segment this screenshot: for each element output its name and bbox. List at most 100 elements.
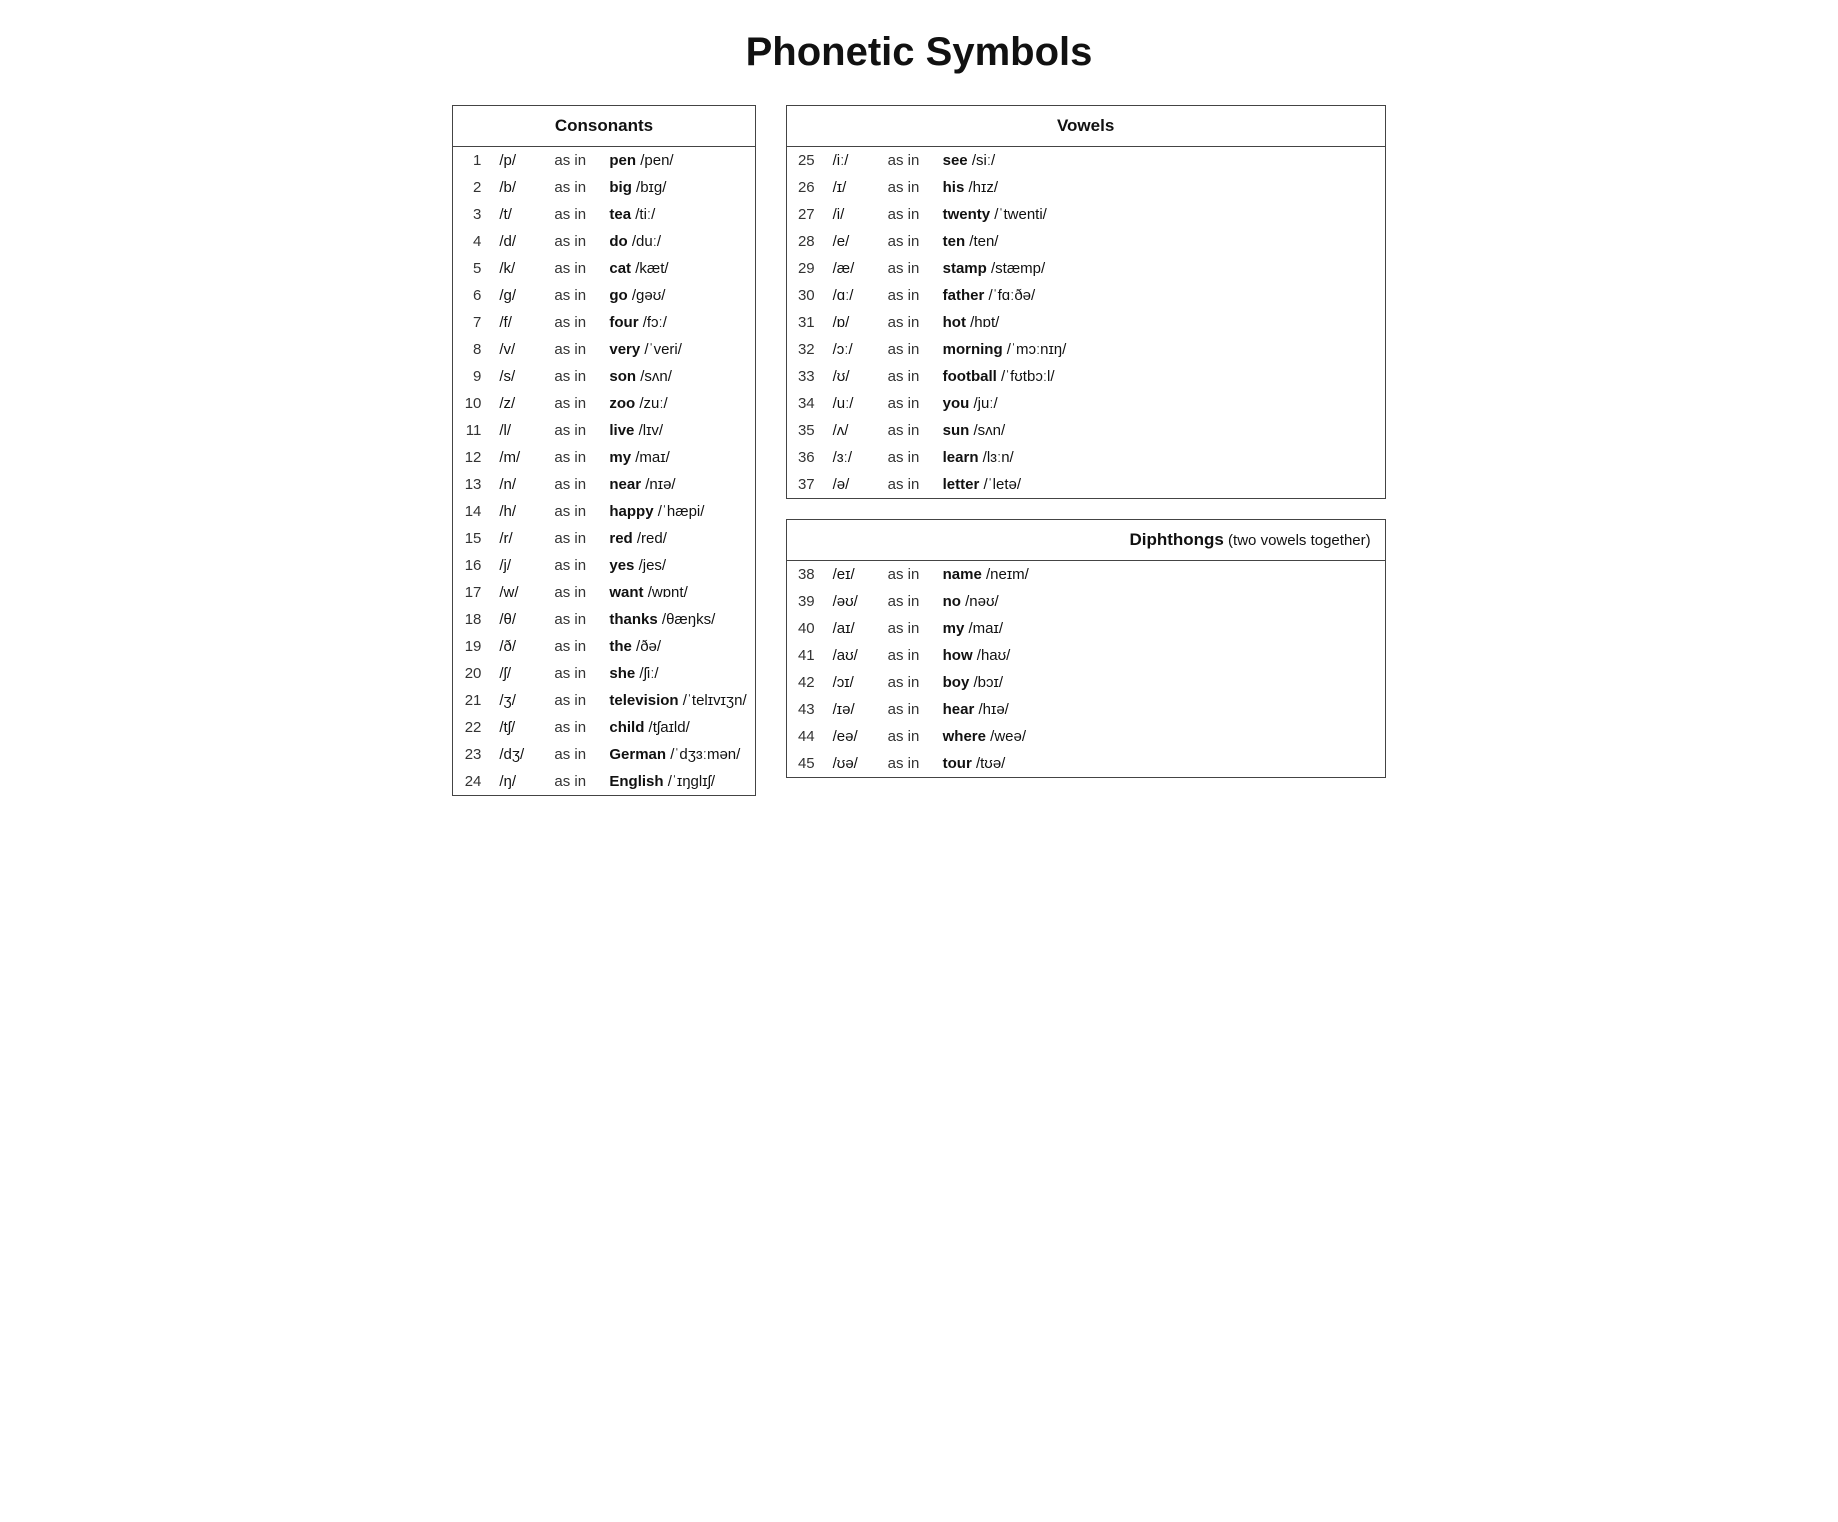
row-number: 2 xyxy=(453,174,491,201)
phonetic-symbol: /iː/ xyxy=(825,147,880,175)
row-number: 37 xyxy=(787,471,825,498)
phonetic-symbol: /b/ xyxy=(491,174,546,201)
phonetic-symbol: /f/ xyxy=(491,309,546,336)
row-number: 44 xyxy=(787,723,825,750)
as-in-label: as in xyxy=(880,363,935,390)
example-word: his /hɪz/ xyxy=(935,174,1385,201)
example-word: she /ʃiː/ xyxy=(601,660,754,687)
as-in-label: as in xyxy=(546,633,601,660)
as-in-label: as in xyxy=(546,768,601,795)
table-row: 41 /aʊ/ as in how /haʊ/ xyxy=(787,642,1385,669)
phonetic-symbol: /e/ xyxy=(825,228,880,255)
page-title: Phonetic Symbols xyxy=(40,30,1798,75)
consonants-table: Consonants 1 /p/ as in pen /pen/ 2 /b/ a… xyxy=(453,106,754,795)
as-in-label: as in xyxy=(546,336,601,363)
as-in-label: as in xyxy=(880,255,935,282)
phonetic-symbol: /æ/ xyxy=(825,255,880,282)
example-word: zoo /zuː/ xyxy=(601,390,754,417)
row-number: 22 xyxy=(453,714,491,741)
as-in-label: as in xyxy=(546,390,601,417)
as-in-label: as in xyxy=(880,471,935,498)
phonetic-symbol: /əʊ/ xyxy=(825,588,880,615)
phonetic-symbol: /j/ xyxy=(491,552,546,579)
table-row: 6 /g/ as in go /gəʊ/ xyxy=(453,282,754,309)
phonetic-symbol: /ə/ xyxy=(825,471,880,498)
vowels-header: Vowels xyxy=(787,106,1385,147)
row-number: 11 xyxy=(453,417,491,444)
row-number: 14 xyxy=(453,498,491,525)
table-row: 21 /ʒ/ as in television /ˈtelɪvɪʒn/ xyxy=(453,687,754,714)
vowels-table: Vowels 25 /iː/ as in see /siː/ 26 /ɪ/ as… xyxy=(787,106,1385,498)
as-in-label: as in xyxy=(880,723,935,750)
example-word: how /haʊ/ xyxy=(935,642,1385,669)
phonetic-symbol: /ɔː/ xyxy=(825,336,880,363)
table-row: 17 /w/ as in want /wɒnt/ xyxy=(453,579,754,606)
table-row: 36 /ɜː/ as in learn /lɜːn/ xyxy=(787,444,1385,471)
as-in-label: as in xyxy=(546,228,601,255)
as-in-label: as in xyxy=(880,561,935,589)
table-row: 27 /i/ as in twenty /ˈtwenti/ xyxy=(787,201,1385,228)
as-in-label: as in xyxy=(546,714,601,741)
row-number: 6 xyxy=(453,282,491,309)
example-word: do /duː/ xyxy=(601,228,754,255)
phonetic-symbol: /t/ xyxy=(491,201,546,228)
table-row: 40 /aɪ/ as in my /maɪ/ xyxy=(787,615,1385,642)
example-word: tea /tiː/ xyxy=(601,201,754,228)
table-row: 33 /ʊ/ as in football /ˈfʊtbɔːl/ xyxy=(787,363,1385,390)
as-in-label: as in xyxy=(546,687,601,714)
example-word: near /nɪə/ xyxy=(601,471,754,498)
as-in-label: as in xyxy=(546,471,601,498)
row-number: 9 xyxy=(453,363,491,390)
phonetic-symbol: /ɑː/ xyxy=(825,282,880,309)
phonetic-symbol: /k/ xyxy=(491,255,546,282)
example-word: learn /lɜːn/ xyxy=(935,444,1385,471)
phonetic-symbol: /ɒ/ xyxy=(825,309,880,336)
diphthongs-table: Diphthongs (two vowels together) 38 /eɪ/… xyxy=(787,520,1385,777)
example-word: morning /ˈmɔːnɪŋ/ xyxy=(935,336,1385,363)
row-number: 41 xyxy=(787,642,825,669)
as-in-label: as in xyxy=(880,669,935,696)
table-row: 35 /ʌ/ as in sun /sʌn/ xyxy=(787,417,1385,444)
as-in-label: as in xyxy=(880,390,935,417)
example-word: you /juː/ xyxy=(935,390,1385,417)
phonetic-symbol: /uː/ xyxy=(825,390,880,417)
example-word: the /ðə/ xyxy=(601,633,754,660)
row-number: 7 xyxy=(453,309,491,336)
phonetic-symbol: /r/ xyxy=(491,525,546,552)
table-row: 4 /d/ as in do /duː/ xyxy=(453,228,754,255)
phonetic-symbol: /eɪ/ xyxy=(825,561,880,589)
table-row: 14 /h/ as in happy /ˈhæpi/ xyxy=(453,498,754,525)
phonetic-symbol: /g/ xyxy=(491,282,546,309)
row-number: 8 xyxy=(453,336,491,363)
row-number: 29 xyxy=(787,255,825,282)
row-number: 18 xyxy=(453,606,491,633)
diphthongs-subtitle: (two vowels together) xyxy=(1224,532,1371,549)
example-word: big /bɪg/ xyxy=(601,174,754,201)
row-number: 3 xyxy=(453,201,491,228)
phonetic-symbol: /ɔɪ/ xyxy=(825,669,880,696)
row-number: 15 xyxy=(453,525,491,552)
as-in-label: as in xyxy=(546,147,601,175)
as-in-label: as in xyxy=(546,255,601,282)
row-number: 43 xyxy=(787,696,825,723)
example-word: ten /ten/ xyxy=(935,228,1385,255)
row-number: 36 xyxy=(787,444,825,471)
row-number: 21 xyxy=(453,687,491,714)
row-number: 17 xyxy=(453,579,491,606)
example-word: German /ˈdʒɜːmən/ xyxy=(601,741,754,768)
as-in-label: as in xyxy=(546,741,601,768)
example-word: pen /pen/ xyxy=(601,147,754,175)
as-in-label: as in xyxy=(546,498,601,525)
table-row: 10 /z/ as in zoo /zuː/ xyxy=(453,390,754,417)
as-in-label: as in xyxy=(546,444,601,471)
as-in-label: as in xyxy=(880,750,935,777)
example-word: tour /tʊə/ xyxy=(935,750,1385,777)
right-column: Vowels 25 /iː/ as in see /siː/ 26 /ɪ/ as… xyxy=(786,105,1386,778)
as-in-label: as in xyxy=(546,660,601,687)
diphthongs-section: Diphthongs (two vowels together) 38 /eɪ/… xyxy=(786,519,1386,778)
table-row: 8 /v/ as in very /ˈveri/ xyxy=(453,336,754,363)
table-row: 37 /ə/ as in letter /ˈletə/ xyxy=(787,471,1385,498)
example-word: television /ˈtelɪvɪʒn/ xyxy=(601,687,754,714)
table-row: 28 /e/ as in ten /ten/ xyxy=(787,228,1385,255)
as-in-label: as in xyxy=(880,417,935,444)
